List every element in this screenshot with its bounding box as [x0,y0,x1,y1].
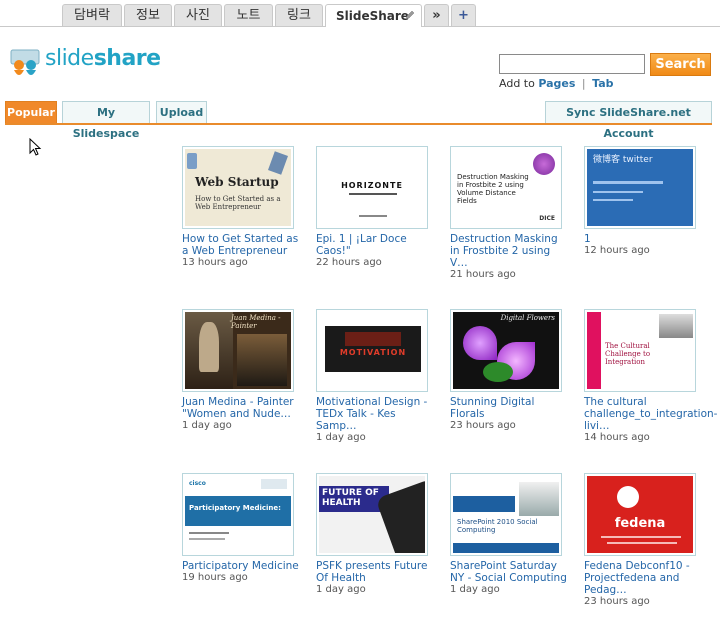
add-to-label: Add to [499,77,535,90]
slide-thumbnail[interactable]: cisco Participatory Medicine: [182,473,294,556]
slide-thumbnail[interactable]: Destruction Masking in Frostbite 2 using… [450,146,562,229]
add-to-links: Add to Pages | Tab [499,77,614,90]
slide-time: 23 hours ago [450,420,516,431]
slide-time: 1 day ago [182,420,232,431]
search-input[interactable] [499,54,645,74]
tab-my-slidespace[interactable]: My Slidespace [62,101,150,140]
thumb-text: 微博客 twitter [593,155,653,165]
tab-more[interactable]: » [424,4,449,26]
slide-title[interactable]: Participatory Medicine 19 hours ago [182,560,302,584]
slideshare-logo-icon [10,49,40,75]
thumb-text: Participatory Medicine: [189,504,281,512]
tab-slideshare[interactable]: SlideShare [325,4,422,27]
sync-account-button[interactable]: Sync SlideShare.net Account [545,101,712,140]
slide-time: 14 hours ago [584,432,650,443]
slide-title[interactable]: Stunning Digital Florals 23 hours ago [450,396,570,432]
slide-title[interactable]: Epi. 1 | ¡Lar Doce Caos!" 22 hours ago [316,233,436,269]
slide-time: 21 hours ago [450,269,516,280]
add-tab-button[interactable]: + [451,4,476,26]
thumb-text: fedena [614,516,666,531]
slide-thumbnail[interactable]: Juan Medina - Painter [182,309,294,392]
slide-thumbnail[interactable]: 微博客 twitter [584,146,696,229]
slide-thumbnail[interactable]: HORIZONTE [316,146,428,229]
mouse-cursor-icon [29,138,42,156]
thumb-text: Juan Medina - Painter [231,314,281,330]
tab-wall[interactable]: 담벼락 [62,4,122,26]
slide-title[interactable]: Fedena Debconf10 - Projectfedena and Ped… [584,560,704,608]
pencil-icon[interactable] [405,10,415,20]
tab-upload[interactable]: Upload [156,101,207,123]
slide-title[interactable]: How to Get Started as a Web Entrepreneur… [182,233,302,269]
tab-popular[interactable]: Popular [5,101,57,123]
thumb-text: Digital Flowers [500,314,555,322]
thumb-subtext: How to Get Started as a Web Entrepreneur [195,195,281,211]
slide-thumbnail[interactable]: Web Startup How to Get Started as a Web … [182,146,294,229]
thumb-text: The Cultural Challenge to Integration [605,342,651,366]
slide-time: 23 hours ago [584,596,650,607]
slide-title[interactable]: PSFK presents Future Of Health 1 day ago [316,560,436,596]
slide-title[interactable]: The cultural challenge_to_integration-li… [584,396,717,444]
slide-title[interactable]: 1 12 hours ago [584,233,704,257]
slide-title[interactable]: Motivational Design - TEDx Talk - Kes Sa… [316,396,436,444]
slide-time: 22 hours ago [316,257,382,268]
add-to-separator: | [581,77,586,90]
slide-title[interactable]: Destruction Masking in Frostbite 2 using… [450,233,570,281]
add-to-pages-link[interactable]: Pages [538,77,575,90]
tab-info[interactable]: 정보 [124,4,172,26]
tab-notes[interactable]: 노트 [224,4,273,26]
thumb-text: HORIZONTE [341,181,403,190]
tab-slideshare-label: SlideShare [336,9,409,23]
slide-thumbnail[interactable]: MOTIVATION [316,309,428,392]
slide-time: 1 day ago [316,584,366,595]
slide-time: 1 day ago [316,432,366,443]
add-to-tab-link[interactable]: Tab [592,77,613,90]
thumb-text: Destruction Masking in Frostbite 2 using… [457,173,529,205]
thumb-text: FUTURE OF HEALTH [322,488,379,508]
slide-thumbnail[interactable]: FUTURE OF HEALTH [316,473,428,556]
slide-time: 19 hours ago [182,572,248,583]
logo-wordmark: slideshare [45,46,161,71]
slide-time: 13 hours ago [182,257,248,268]
slide-thumbnail[interactable]: Digital Flowers [450,309,562,392]
thumb-text: MOTIVATION [339,348,407,357]
profile-tab-bar: 담벼락 정보 사진 노트 링크 SlideShare » + [0,0,720,27]
slide-thumbnail[interactable]: The Cultural Challenge to Integration [584,309,696,392]
slide-thumbnail[interactable]: SharePoint 2010 Social Computing [450,473,562,556]
slide-title[interactable]: SharePoint Saturday NY - Social Computin… [450,560,570,596]
slide-time: 1 day ago [450,584,500,595]
tab-links[interactable]: 링크 [275,4,323,26]
thumb-text: SharePoint 2010 Social Computing [457,518,538,534]
tab-photos[interactable]: 사진 [174,4,222,26]
search-button[interactable]: Search [650,53,711,76]
slide-thumbnail[interactable]: fedena [584,473,696,556]
slideshare-logo[interactable]: slideshare [8,44,161,80]
slideshare-subnav: Popular My Slidespace Upload Sync SlideS… [5,101,712,140]
slide-title[interactable]: Juan Medina - Painter "Women and Nude… 1 … [182,396,302,432]
slide-time: 12 hours ago [584,245,650,256]
thumb-text: Web Startup [195,175,279,189]
